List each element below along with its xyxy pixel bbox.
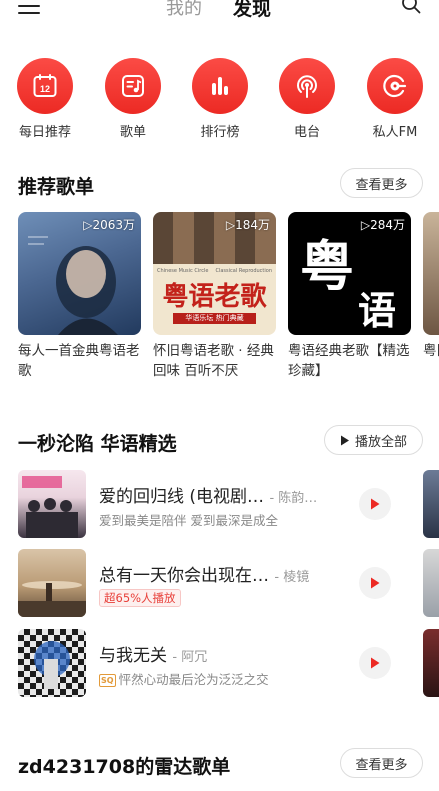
radio-entry[interactable]: 电台	[267, 58, 347, 140]
play-icon	[371, 577, 380, 589]
fm-icon	[367, 58, 423, 114]
song-description: 怦然心动最后沦为泛泛之交	[118, 672, 269, 687]
play-count: ▷184万	[225, 218, 270, 232]
song-title: 爱的回归线 (电视剧… - 陈韵…	[99, 482, 369, 507]
playlist-cover: 粤 语 ▷284万	[288, 212, 411, 335]
next-page-preview	[423, 470, 439, 538]
play-icon	[371, 657, 380, 669]
top-bar: 我的 发现	[0, 0, 439, 24]
song-artist: - 陈韵…	[269, 491, 318, 506]
play-count: ▷284万	[360, 218, 405, 232]
playlist-title: 粤旧	[423, 343, 439, 359]
tab-mine[interactable]: 我的	[166, 0, 202, 20]
radar-more-button[interactable]: 查看更多	[340, 748, 423, 778]
playlist-cover	[423, 212, 439, 335]
chart-bars-icon	[192, 58, 248, 114]
play-icon	[371, 498, 380, 510]
song-artist: - 阿冗	[172, 650, 208, 665]
playlist-card[interactable]: Chinese Music Circle Classical Reproduct…	[153, 212, 276, 381]
play-count: ▷2063万	[83, 218, 135, 232]
playlist-icon	[105, 58, 161, 114]
daily-recommend-entry[interactable]: 12 每日推荐	[5, 58, 85, 140]
play-icon	[340, 435, 349, 445]
song-subtitle: SQ 怦然心动最后沦为泛泛之交	[99, 669, 269, 688]
calendar-icon: 12	[17, 58, 73, 114]
cover-char-1: 粤	[300, 234, 354, 298]
playlist-title: 怀旧粤语老歌 · 经典回味 百听不厌	[153, 343, 274, 379]
quick-entry-label: 电台	[293, 125, 320, 140]
song-name: 与我无关	[99, 646, 167, 666]
song-artist: - 棱镜	[274, 570, 310, 585]
quick-entry-label: 私人FM	[372, 125, 418, 140]
next-page-preview	[423, 549, 439, 617]
play-all-button[interactable]: 播放全部	[324, 425, 423, 455]
song-subtitle: 超65%人播放	[99, 589, 181, 607]
song-row[interactable]: 爱的回归线 (电视剧… - 陈韵… 爱到最美是陪伴 爱到最深是成全	[18, 470, 439, 540]
quick-entry-label: 排行榜	[200, 125, 240, 140]
radio-icon	[279, 58, 335, 114]
search-icon[interactable]	[401, 0, 421, 14]
song-title: 总有一天你会出现在… - 棱镜	[99, 561, 369, 586]
cover-title-text: 粤语老歌	[162, 282, 267, 312]
playlist-card[interactable]: 粤旧	[423, 212, 439, 381]
playlist-cover: Chinese Music Circle Classical Reproduct…	[153, 212, 276, 335]
playlist-carousel: ▷2063万 每人一首金典粤语老歌 Chinese Music Circle C…	[18, 212, 439, 387]
recommended-title: 推荐歌单	[18, 176, 95, 198]
song-thumb	[18, 629, 86, 697]
cover-subtext-left: Chinese Music Circle	[157, 268, 209, 274]
cover-char-2: 语	[358, 288, 397, 333]
song-list: 爱的回归线 (电视剧… - 陈韵… 爱到最美是陪伴 爱到最深是成全 总有一天你会…	[18, 470, 439, 710]
song-row[interactable]: 总有一天你会出现在… - 棱镜 超65%人播放	[18, 549, 439, 619]
playlist-title: 每人一首金典粤语老歌	[18, 343, 140, 379]
song-play-button[interactable]	[359, 647, 391, 679]
tab-discover[interactable]: 发现	[233, 0, 271, 21]
play-all-label: 播放全部	[354, 434, 407, 450]
song-row[interactable]: 与我无关 - 阿冗 SQ 怦然心动最后沦为泛泛之交	[18, 629, 439, 699]
playlist-card[interactable]: ▷2063万 每人一首金典粤语老歌	[18, 212, 141, 381]
song-thumb	[18, 549, 86, 617]
radar-title: zd4231708的雷达歌单	[18, 756, 231, 778]
recommended-more-button[interactable]: 查看更多	[340, 168, 423, 198]
song-play-button[interactable]	[359, 488, 391, 520]
playlist-cover: ▷2063万	[18, 212, 141, 335]
sq-quality-badge: SQ	[99, 674, 116, 687]
cover-subtext-right: Classical Reproduction	[215, 268, 272, 274]
song-subtitle: 爱到最美是陪伴 爱到最深是成全	[99, 513, 278, 528]
song-name: 总有一天你会出现在…	[99, 566, 269, 586]
song-title: 与我无关 - 阿冗	[99, 641, 369, 666]
featured-title: 一秒沦陷 华语精选	[18, 433, 177, 455]
quick-entry-label: 每日推荐	[18, 125, 71, 140]
playlist-title: 粤语经典老歌【精选珍藏】	[288, 343, 410, 379]
calendar-day: 12	[40, 84, 50, 94]
quick-entry-row: 12 每日推荐 歌单 排行榜 电台 私人FM	[0, 58, 439, 142]
charts-entry[interactable]: 排行榜	[180, 58, 260, 140]
song-play-button[interactable]	[359, 567, 391, 599]
menu-icon[interactable]	[18, 0, 40, 14]
quick-entry-label: 歌单	[119, 125, 146, 140]
song-thumb	[18, 470, 86, 538]
cover-banner: 华语乐坛 热门典藏	[173, 313, 256, 324]
popularity-badge: 超65%人播放	[99, 589, 181, 607]
song-name: 爱的回归线 (电视剧…	[99, 487, 265, 507]
private-fm-entry[interactable]: 私人FM	[355, 58, 435, 140]
next-page-preview	[423, 629, 439, 697]
playlist-entry[interactable]: 歌单	[93, 58, 173, 140]
playlist-card[interactable]: 粤 语 ▷284万 粤语经典老歌【精选珍藏】	[288, 212, 411, 381]
